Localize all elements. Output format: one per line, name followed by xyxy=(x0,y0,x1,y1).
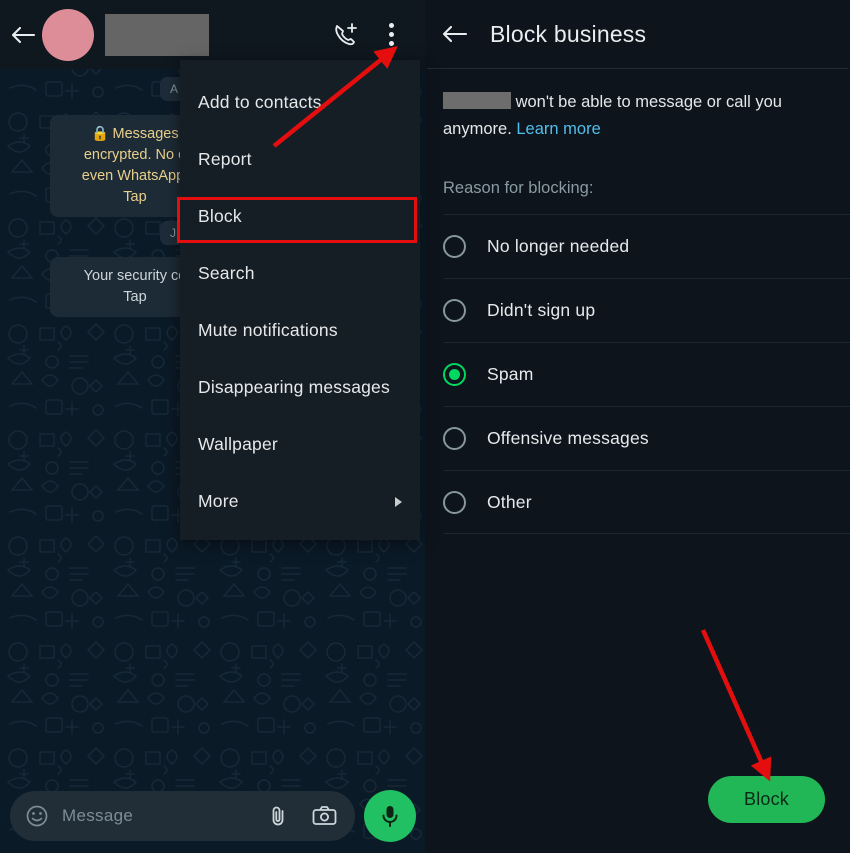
business-name-redacted xyxy=(443,92,511,109)
reason-option-label: Didn't sign up xyxy=(487,299,596,320)
reason-option-label: Spam xyxy=(487,363,534,384)
reason-options-list: No longer needed Didn't sign up Spam Off… xyxy=(425,214,850,534)
divider xyxy=(444,470,850,471)
reason-option-didnt-sign-up[interactable]: Didn't sign up xyxy=(425,278,850,342)
divider xyxy=(444,406,850,407)
menu-item-label: Disappearing messages xyxy=(198,377,390,397)
reason-option-label: Offensive messages xyxy=(487,427,649,448)
chevron-right-icon xyxy=(395,496,402,507)
menu-item-label: Mute notifications xyxy=(198,320,338,340)
back-button[interactable] xyxy=(6,18,40,52)
message-input-field[interactable]: Message xyxy=(10,791,355,841)
menu-item-wallpaper[interactable]: Wallpaper xyxy=(180,416,420,473)
lock-icon: 🔒 xyxy=(91,126,110,142)
message-composer: Message xyxy=(0,779,425,853)
message-placeholder: Message xyxy=(62,806,134,825)
block-menu-item-highlight xyxy=(177,197,417,243)
menu-item-label: More xyxy=(198,491,239,511)
chat-overflow-menu: Add to contacts Report Block Search Mute… xyxy=(180,60,420,540)
divider xyxy=(444,533,850,534)
reason-option-label: No longer needed xyxy=(487,235,630,256)
arrow-left-icon xyxy=(11,26,36,43)
contact-name-redacted xyxy=(105,13,209,56)
menu-item-label: Search xyxy=(198,263,255,283)
avatar[interactable] xyxy=(42,8,94,61)
reason-for-blocking-label: Reason for blocking: xyxy=(443,179,594,197)
emoji-smiley-icon[interactable] xyxy=(24,803,50,829)
three-dot-menu-icon xyxy=(388,20,394,48)
menu-item-search[interactable]: Search xyxy=(180,245,420,302)
reason-option-label: Other xyxy=(487,491,532,512)
chat-top-bar xyxy=(0,0,425,69)
menu-item-add-to-contacts[interactable]: Add to contacts xyxy=(180,74,420,131)
block-confirm-button[interactable]: Block xyxy=(707,776,825,823)
overflow-menu-button[interactable] xyxy=(371,15,411,55)
back-button[interactable] xyxy=(441,23,468,45)
app-screenshot: A 🔒 Messages encrypted. No o even WhatsAp… xyxy=(0,0,850,853)
menu-item-mute-notifications[interactable]: Mute notifications xyxy=(180,302,420,359)
radio-button-selected[interactable] xyxy=(443,362,466,386)
radio-button-unselected[interactable] xyxy=(443,426,466,450)
paperclip-icon[interactable] xyxy=(265,803,291,829)
voice-message-button[interactable] xyxy=(364,790,416,842)
page-title: Block business xyxy=(490,20,647,47)
radio-button-unselected[interactable] xyxy=(443,490,466,514)
reason-option-no-longer-needed[interactable]: No longer needed xyxy=(425,214,850,278)
camera-icon[interactable] xyxy=(311,803,337,829)
menu-item-report[interactable]: Report xyxy=(180,131,420,188)
arrow-left-icon xyxy=(442,25,468,43)
reason-option-offensive-messages[interactable]: Offensive messages xyxy=(425,406,850,470)
divider xyxy=(444,278,850,279)
block-screen-header: Block business xyxy=(425,0,850,68)
menu-item-disappearing-messages[interactable]: Disappearing messages xyxy=(180,359,420,416)
menu-item-label: Report xyxy=(198,149,252,169)
phone-add-icon xyxy=(334,23,357,46)
block-description: won't be able to message or call you any… xyxy=(425,69,850,143)
menu-item-label: Add to contacts xyxy=(198,92,322,112)
divider xyxy=(444,342,850,343)
microphone-icon xyxy=(382,806,398,827)
menu-item-label: Wallpaper xyxy=(198,434,278,454)
reason-option-other[interactable]: Other xyxy=(425,470,850,534)
radio-button-unselected[interactable] xyxy=(443,298,466,322)
learn-more-link[interactable]: Learn more xyxy=(516,120,600,138)
divider xyxy=(444,214,850,215)
reason-option-spam[interactable]: Spam xyxy=(425,342,850,406)
add-call-button[interactable] xyxy=(325,15,365,55)
block-business-pane: Block business won't be able to message … xyxy=(425,0,850,853)
radio-button-unselected[interactable] xyxy=(443,234,466,258)
menu-item-more[interactable]: More xyxy=(180,473,420,530)
